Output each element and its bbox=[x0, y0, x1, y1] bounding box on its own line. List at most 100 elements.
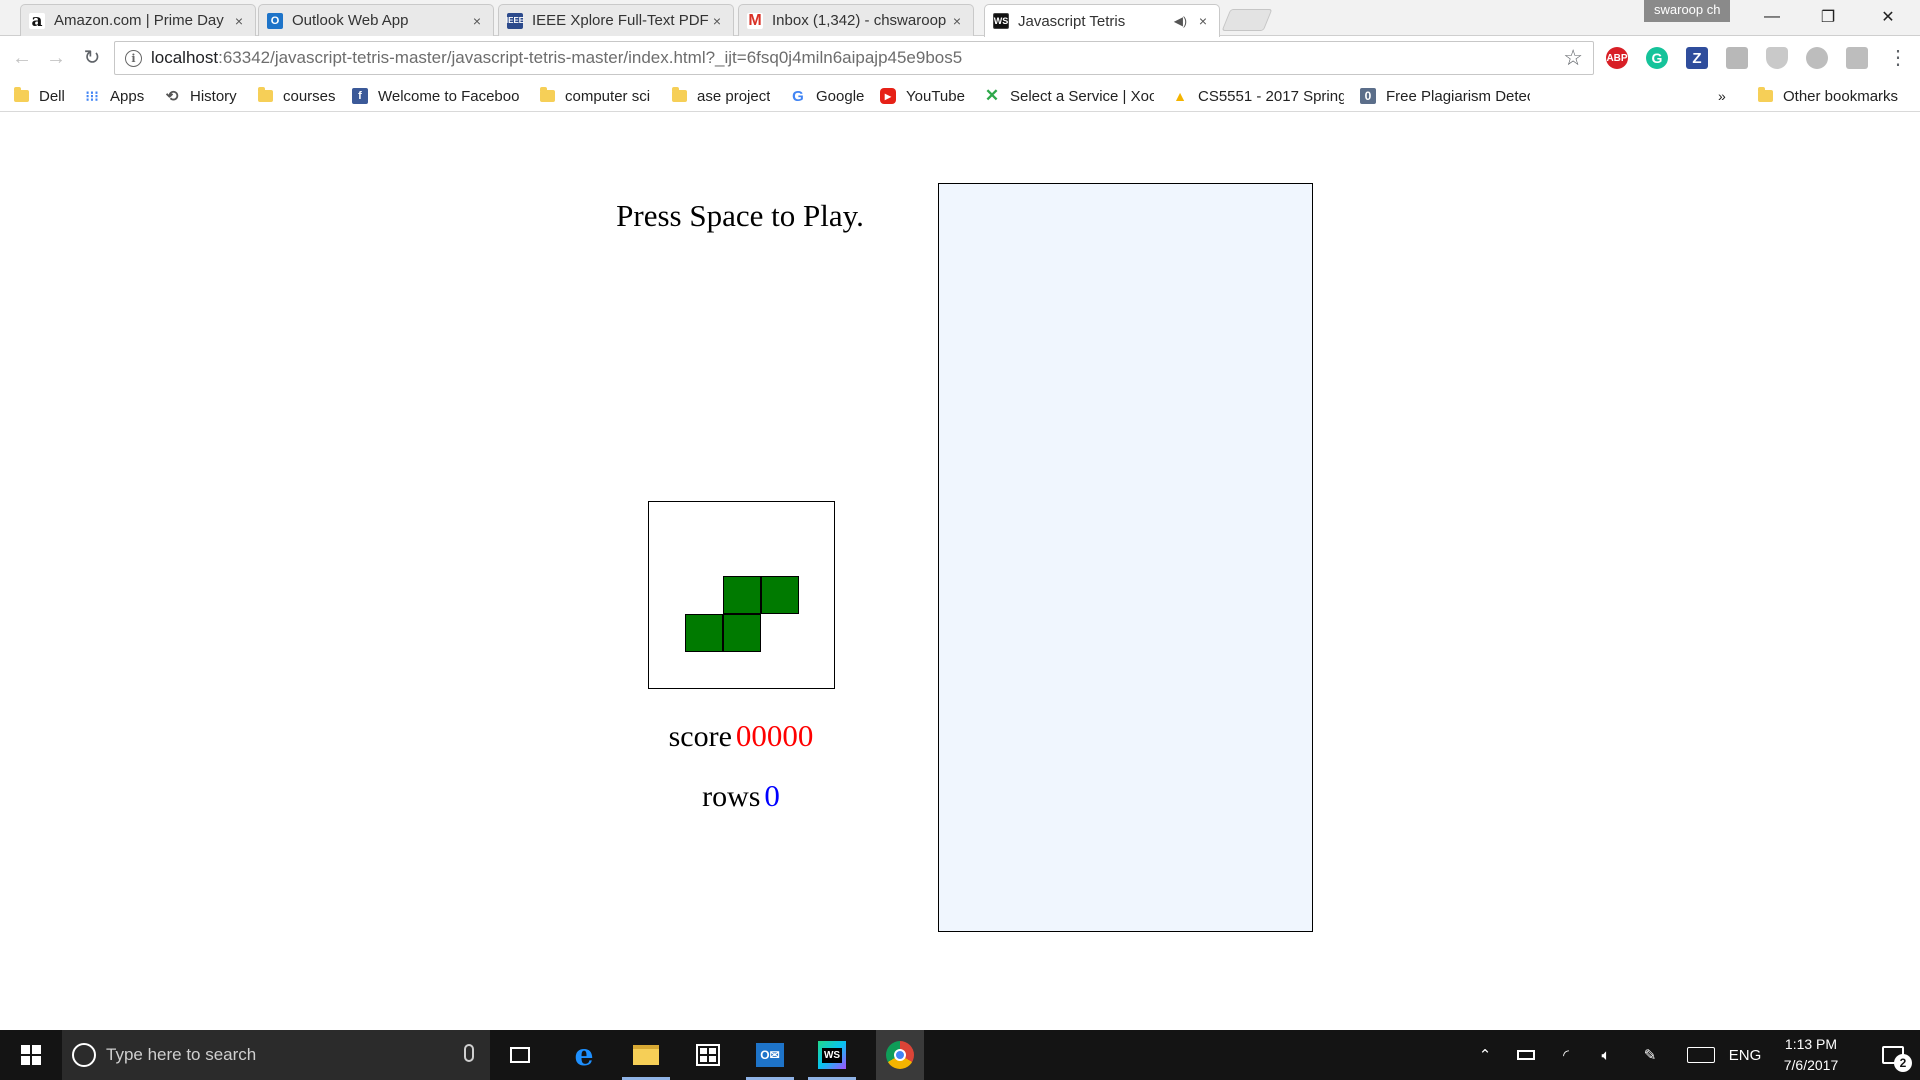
plagiarism-icon: 0 bbox=[1360, 88, 1376, 104]
next-piece-block bbox=[761, 576, 799, 614]
profile-button[interactable]: swaroop ch bbox=[1644, 0, 1731, 22]
tab-outlook[interactable]: O Outlook Web App × bbox=[258, 4, 494, 36]
bookmarks-overflow-button[interactable]: » bbox=[1718, 85, 1726, 107]
clock-time: 1:13 PM bbox=[1784, 1036, 1838, 1052]
bookmark-label: YouTube bbox=[906, 87, 965, 105]
webstorm-icon: WS bbox=[993, 13, 1009, 29]
bookmark-star-icon[interactable]: ☆ bbox=[1563, 45, 1583, 71]
bookmark-plagiarism[interactable]: 0 Free Plagiarism Detec bbox=[1360, 85, 1530, 107]
score-value: 00000 bbox=[735, 718, 814, 753]
tab-javascript-tetris[interactable]: WS Javascript Tetris ◀) × bbox=[984, 4, 1220, 37]
notification-icon: 2 bbox=[1882, 1046, 1912, 1072]
tab-title: Inbox (1,342) - chswaroop bbox=[772, 12, 947, 29]
tab-title: Amazon.com | Prime Day bbox=[54, 12, 224, 29]
ieee-icon: IEEE bbox=[506, 12, 524, 29]
pdf-extension-icon[interactable] bbox=[1846, 47, 1868, 69]
xoom-icon: ✕ bbox=[984, 86, 1000, 105]
other-bookmarks[interactable]: Other bookmarks bbox=[1758, 85, 1898, 107]
tab-close-icon[interactable]: × bbox=[709, 13, 725, 29]
volume-icon[interactable]: 🔈︎ bbox=[1592, 1030, 1620, 1080]
system-clock[interactable]: 1:13 PM 7/6/2017 bbox=[1756, 1034, 1866, 1076]
bookmark-apps[interactable]: ⁝⁝⁝ Apps bbox=[84, 85, 144, 107]
cortana-icon bbox=[72, 1043, 96, 1067]
minimize-button[interactable]: — bbox=[1744, 0, 1800, 34]
bookmarks-bar: Dell ⁝⁝⁝ Apps ⟲ History courses f Welcom… bbox=[0, 81, 1920, 112]
bookmark-computer-sci[interactable]: computer sci bbox=[540, 85, 650, 107]
tab-title: Javascript Tetris bbox=[1018, 12, 1126, 30]
speaker-icon[interactable]: ◀) bbox=[1174, 14, 1187, 28]
folder-icon bbox=[540, 87, 555, 102]
next-piece-block bbox=[685, 614, 723, 652]
webstorm-icon[interactable]: WS bbox=[808, 1037, 856, 1080]
shield-extension-icon[interactable] bbox=[1766, 47, 1788, 69]
outlook-icon[interactable]: O✉ bbox=[746, 1037, 794, 1080]
history-icon: ⟲ bbox=[165, 88, 179, 105]
tab-close-icon[interactable]: × bbox=[1195, 13, 1211, 29]
touch-keyboard-icon[interactable] bbox=[1684, 1030, 1718, 1080]
tab-close-icon[interactable]: × bbox=[231, 13, 247, 29]
browser-tab-strip: a Amazon.com | Prime Day × O Outlook Web… bbox=[0, 0, 1920, 37]
bookmark-cs5551[interactable]: ▲ CS5551 - 2017 Spring bbox=[1172, 85, 1344, 107]
bookmark-label: ase project bbox=[697, 87, 771, 105]
restore-button[interactable]: ❐ bbox=[1800, 0, 1856, 34]
bookmark-label: courses bbox=[283, 87, 336, 105]
taskbar-search-box[interactable]: Type here to search bbox=[62, 1030, 490, 1080]
pen-workspace-icon[interactable]: ✎ bbox=[1636, 1030, 1664, 1080]
tab-close-icon[interactable]: × bbox=[469, 13, 485, 29]
tab-gmail[interactable]: M Inbox (1,342) - chswaroop × bbox=[738, 4, 974, 36]
bookmark-label: History bbox=[190, 87, 237, 105]
gmail-icon: M bbox=[747, 11, 763, 29]
amazon-icon: a bbox=[29, 11, 45, 31]
bookmark-facebook[interactable]: f Welcome to Faceboo bbox=[352, 85, 522, 107]
action-center-button[interactable]: 2 bbox=[1866, 1030, 1920, 1080]
bookmark-ase-project[interactable]: ase project bbox=[672, 85, 770, 107]
tab-amazon[interactable]: a Amazon.com | Prime Day × bbox=[20, 4, 256, 36]
folder-icon bbox=[14, 87, 29, 102]
task-view-icon[interactable] bbox=[502, 1037, 538, 1073]
battery-icon[interactable] bbox=[1512, 1030, 1540, 1080]
grammarly-icon[interactable]: G bbox=[1646, 47, 1668, 69]
wifi-icon[interactable]: ◜ bbox=[1552, 1030, 1580, 1080]
google-drive-icon: ▲ bbox=[1173, 88, 1187, 104]
site-info-icon[interactable]: i bbox=[125, 49, 142, 67]
chrome-icon[interactable] bbox=[876, 1030, 924, 1080]
bookmark-dell[interactable]: Dell bbox=[14, 85, 65, 107]
bookmark-google[interactable]: G Google bbox=[790, 85, 864, 107]
start-button[interactable] bbox=[0, 1030, 62, 1080]
tab-title: Outlook Web App bbox=[292, 12, 409, 29]
rows-display: rows 0 bbox=[620, 778, 862, 814]
folder-icon bbox=[1758, 87, 1773, 102]
bookmark-youtube[interactable]: ▶ YouTube bbox=[880, 85, 965, 107]
forward-button[interactable]: → bbox=[44, 46, 68, 70]
url-path: :63342/javascript-tetris-master/javascri… bbox=[218, 48, 963, 67]
microphone-icon[interactable] bbox=[464, 1044, 474, 1062]
bookmark-history[interactable]: ⟲ History bbox=[164, 85, 237, 107]
bookmark-xoom[interactable]: ✕ Select a Service | Xoo bbox=[984, 85, 1154, 107]
address-bar[interactable]: i localhost:63342/javascript-tetris-mast… bbox=[114, 41, 1594, 75]
bookmark-label: Other bookmarks bbox=[1783, 87, 1899, 105]
tab-ieee[interactable]: IEEE IEEE Xplore Full-Text PDF: × bbox=[498, 4, 734, 36]
tetris-board[interactable] bbox=[938, 183, 1313, 932]
back-button[interactable]: ← bbox=[10, 46, 34, 70]
close-window-button[interactable]: ✕ bbox=[1860, 0, 1916, 34]
bookmark-label: Welcome to Faceboo bbox=[378, 87, 520, 105]
windows-taskbar: Type here to search e O✉ WS ⌃ ◜ 🔈︎ ✎ ENG… bbox=[0, 1030, 1920, 1080]
show-hidden-icons-button[interactable]: ⌃ bbox=[1472, 1030, 1498, 1080]
apps-grid-icon: ⁝⁝⁝ bbox=[85, 87, 99, 104]
store-icon[interactable] bbox=[690, 1037, 726, 1073]
adblock-plus-icon[interactable]: ABP bbox=[1606, 47, 1628, 69]
bookmark-courses[interactable]: courses bbox=[258, 85, 336, 107]
chrome-menu-icon[interactable]: ⋮ bbox=[1888, 44, 1908, 72]
new-tab-button[interactable] bbox=[1221, 9, 1273, 31]
tab-close-icon[interactable]: × bbox=[949, 13, 965, 29]
zotero-icon[interactable]: Z bbox=[1686, 47, 1708, 69]
drive-extension-icon[interactable] bbox=[1806, 47, 1828, 69]
browser-toolbar: ← → ↻ i localhost:63342/javascript-tetri… bbox=[0, 36, 1920, 81]
folder-icon bbox=[672, 87, 687, 102]
translate-icon[interactable] bbox=[1726, 47, 1748, 69]
facebook-icon: f bbox=[352, 88, 368, 104]
google-icon: G bbox=[792, 87, 804, 105]
file-explorer-icon[interactable] bbox=[622, 1037, 670, 1080]
edge-icon[interactable]: e bbox=[566, 1037, 602, 1073]
reload-button[interactable]: ↻ bbox=[80, 46, 104, 70]
